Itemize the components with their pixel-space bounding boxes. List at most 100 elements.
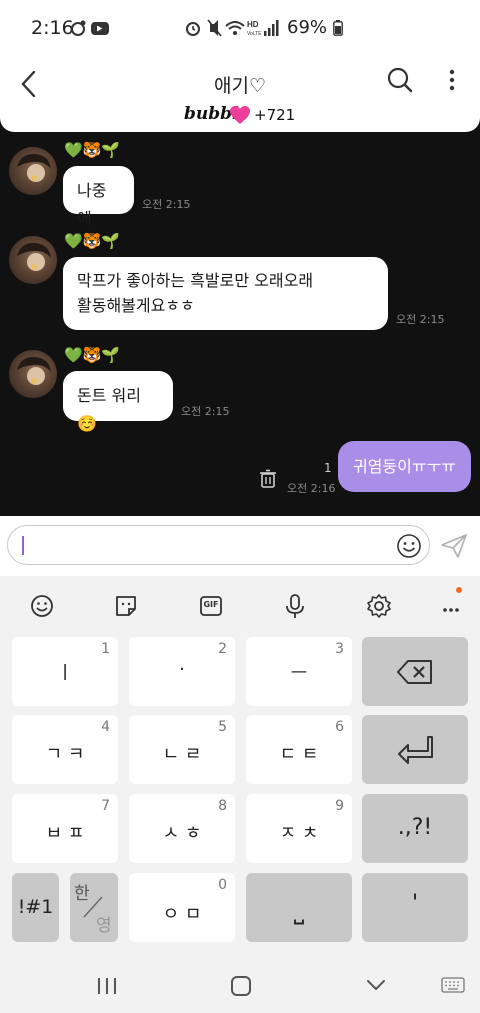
message-text: 돈트 워리☺️ (77, 386, 141, 433)
chat-area[interactable]: 💚🐯🌱 나중에 오전 2:15 💚🐯🌱 막프가 좋아하는 흑발로만 오래오래 활… (0, 112, 480, 516)
key-label: ㅈ ㅊ (279, 823, 319, 844)
key-3[interactable]: ㅡ 3 (246, 637, 352, 706)
keyboard-icon[interactable] (441, 977, 465, 995)
system-status-icons: HD VoLTE (184, 17, 284, 39)
sent-message-bubble[interactable]: 귀염둥이ㅠㅜㅠ (338, 441, 471, 492)
key-2[interactable]: · 2 (129, 637, 235, 706)
message-time: 오전 2:15 (142, 198, 191, 211)
key-1[interactable]: ㅣ 1 (12, 637, 118, 706)
key-label: !#1 (17, 896, 54, 918)
avatar[interactable] (9, 236, 57, 284)
keyboard-emoji-button[interactable] (22, 586, 62, 626)
avatar[interactable] (9, 350, 57, 398)
status-time: 2:16 (31, 17, 74, 39)
key-number: 2 (218, 641, 227, 657)
delete-icon[interactable] (259, 469, 277, 489)
svg-text:HD: HD (247, 20, 259, 29)
battery-icon (333, 20, 343, 36)
unread-count: 1 (324, 461, 332, 475)
key-label: ㄱ ㅋ (45, 744, 85, 765)
sent-message-text: 귀염둥이ㅠㅜㅠ (352, 457, 457, 476)
backspace-icon (397, 660, 432, 684)
sticker-icon (116, 596, 136, 616)
gif-button[interactable]: GIF (191, 586, 231, 626)
key-number: 9 (335, 798, 344, 814)
symbols-key[interactable]: !#1 (12, 873, 59, 942)
language-english-label: 영 (96, 916, 112, 936)
key-number: 7 (101, 798, 110, 814)
home-icon[interactable] (230, 975, 252, 997)
search-button[interactable] (384, 62, 416, 98)
punctuation-key[interactable]: .,?! (362, 794, 468, 863)
bubble-bar[interactable]: bubble +721 (0, 100, 480, 132)
space-icon: ⎵ (293, 895, 305, 925)
key-label: ' (411, 891, 419, 916)
key-5[interactable]: ㄴ ㄹ 5 (129, 715, 235, 784)
status-bar: 2:16 HD VoLTE 69% (0, 0, 480, 56)
voice-input-button[interactable] (275, 586, 315, 626)
key-6[interactable]: ㄷ ㅌ 6 (246, 715, 352, 784)
key-number: 0 (218, 877, 227, 893)
navigation-bar (0, 958, 480, 1013)
hide-keyboard-icon[interactable] (364, 976, 388, 994)
more-horizontal-icon (443, 608, 459, 612)
key-number: 1 (101, 641, 110, 657)
key-label: ㅅ ㅎ (162, 823, 202, 844)
notification-icons (71, 18, 111, 38)
message-bubble[interactable]: 막프가 좋아하는 흑발로만 오래오래 활동해볼게요ㅎㅎ (63, 257, 388, 330)
message-text: 활동해볼게요ㅎㅎ (77, 296, 195, 315)
message-bubble[interactable]: 돈트 워리☺️ (63, 371, 173, 433)
enter-key[interactable] (362, 715, 468, 784)
send-icon[interactable] (440, 533, 468, 559)
search-icon (387, 67, 413, 93)
sent-message-time: 오전 2:16 (287, 482, 336, 495)
message-bubble[interactable]: 나중에 (63, 166, 134, 228)
key-label: .,?! (397, 815, 433, 840)
bubble-count: +721 (254, 106, 296, 124)
key-9[interactable]: ㅈ ㅊ 9 (246, 794, 352, 863)
key-label: · (179, 659, 185, 680)
key-number: 5 (218, 719, 227, 735)
backspace-key[interactable] (362, 637, 468, 706)
sender-name: 💚🐯🌱 (64, 141, 121, 159)
key-0[interactable]: ㅇ ㅁ 0 (129, 873, 235, 942)
notification-dot (456, 587, 462, 593)
key-label: ㅂ ㅍ (45, 823, 85, 844)
key-8[interactable]: ㅅ ㅎ 8 (129, 794, 235, 863)
key-number: 6 (335, 719, 344, 735)
key-label: ㅣ (56, 663, 74, 684)
key-label: ㄷ ㅌ (279, 744, 319, 765)
sender-name: 💚🐯🌱 (64, 232, 121, 250)
keyboard-more-button[interactable] (431, 586, 471, 626)
heart-icon (230, 106, 250, 124)
battery-percentage: 69% (287, 17, 328, 38)
key-label: ㅡ (290, 663, 308, 684)
key-label: ㄴ ㄹ (162, 744, 202, 765)
space-key[interactable]: ⎵ (246, 873, 352, 942)
more-options-button[interactable] (440, 62, 464, 98)
svg-text:VoLTE: VoLTE (247, 31, 262, 37)
enter-icon (398, 736, 433, 764)
mic-icon (286, 594, 304, 618)
input-bar (0, 516, 480, 576)
gear-icon (367, 594, 391, 618)
message-time: 오전 2:15 (181, 405, 230, 418)
key-7[interactable]: ㅂ ㅍ 7 (12, 794, 118, 863)
emoji-icon[interactable] (396, 533, 422, 559)
message-text: 나중에 (77, 181, 107, 228)
keyboard: GIF ㅣ 1 · 2 ㅡ 3 ㄱ ㅋ 4 ㄴ ㄹ 5 ㄷ ㅌ 6 ㅂ ㅍ 7 … (0, 576, 480, 1013)
sticker-button[interactable] (106, 586, 146, 626)
message-input[interactable] (7, 525, 430, 565)
key-4[interactable]: ㄱ ㅋ 4 (12, 715, 118, 784)
text-cursor (22, 536, 24, 555)
sender-name: 💚🐯🌱 (64, 346, 121, 364)
recent-apps-icon[interactable] (96, 975, 118, 997)
apostrophe-key[interactable]: ' (362, 873, 468, 942)
language-toggle-key[interactable]: 한 영 (70, 873, 118, 942)
key-number: 8 (218, 798, 227, 814)
avatar[interactable] (9, 147, 57, 195)
key-label: ㅇ ㅁ (162, 904, 202, 925)
message-text: 막프가 좋아하는 흑발로만 오래오래 (77, 271, 314, 290)
message-time: 오전 2:15 (396, 313, 445, 326)
keyboard-settings-button[interactable] (359, 586, 399, 626)
